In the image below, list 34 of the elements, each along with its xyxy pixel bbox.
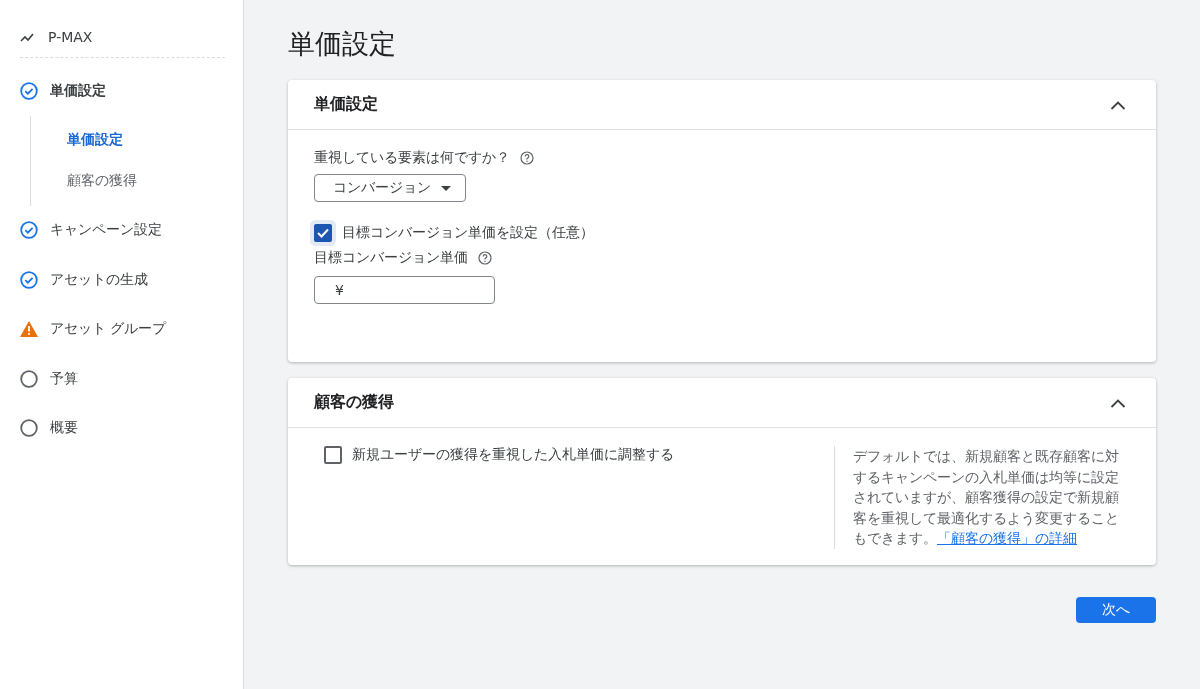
check-circle-icon — [20, 270, 38, 289]
field-label: 重視している要素は何ですか？ — [314, 149, 510, 167]
sidebar-item[interactable]: 単価設定 — [20, 66, 225, 116]
card-title: 単価設定 — [314, 94, 378, 115]
focus-dropdown[interactable]: コンバージョン — [314, 174, 466, 202]
sidebar-item[interactable]: アセットの生成 — [20, 255, 225, 305]
next-button[interactable]: 次へ — [1076, 596, 1156, 623]
checkbox-label: 目標コンバージョン単価を設定（任意） — [342, 224, 594, 242]
sidebar-subitem[interactable]: 顧客の獲得 — [31, 160, 225, 202]
card-title: 顧客の獲得 — [314, 392, 394, 413]
empty-circle-icon — [20, 419, 38, 438]
sidebar-item[interactable]: 概要 — [20, 403, 225, 453]
campaign-name: P-MAX — [48, 28, 93, 45]
sidebar-item[interactable]: アセット グループ — [20, 304, 225, 354]
details-link[interactable]: 「顧客の獲得」の詳細 — [937, 530, 1077, 546]
field-label: 目標コンバージョン単価 — [314, 249, 468, 267]
checkbox[interactable] — [324, 446, 342, 464]
warning-icon — [20, 321, 38, 338]
checkbox-label: 新規ユーザーの獲得を重視した入札単価に調整する — [352, 446, 674, 464]
dropdown-caret-icon — [441, 185, 451, 191]
help-icon[interactable] — [478, 251, 492, 265]
page-title: 単価設定 — [288, 27, 397, 60]
input-field[interactable]: ¥ — [314, 276, 495, 304]
help-text: デフォルトでは、新規顧客と既存顧客に対するキャンペーンの入札単価は均等に設定されていますが、顧客獲得の設定で新規顧客を重視して最適化するよう変更することもできます。「顧客の獲得」の詳細 — [834, 446, 1130, 549]
help-icon[interactable] — [520, 151, 534, 165]
empty-circle-icon — [20, 369, 38, 388]
trend-icon — [20, 31, 34, 42]
chevron-up-icon — [1110, 397, 1126, 408]
chevron-up-icon — [1110, 99, 1126, 110]
check-circle-icon — [20, 81, 38, 100]
check-circle-icon — [20, 221, 38, 240]
sidebar-item[interactable]: 予算 — [20, 354, 225, 404]
sidebar-item[interactable]: キャンペーン設定 — [20, 205, 225, 255]
sidebar-subitem[interactable]: 単価設定 — [31, 119, 225, 161]
